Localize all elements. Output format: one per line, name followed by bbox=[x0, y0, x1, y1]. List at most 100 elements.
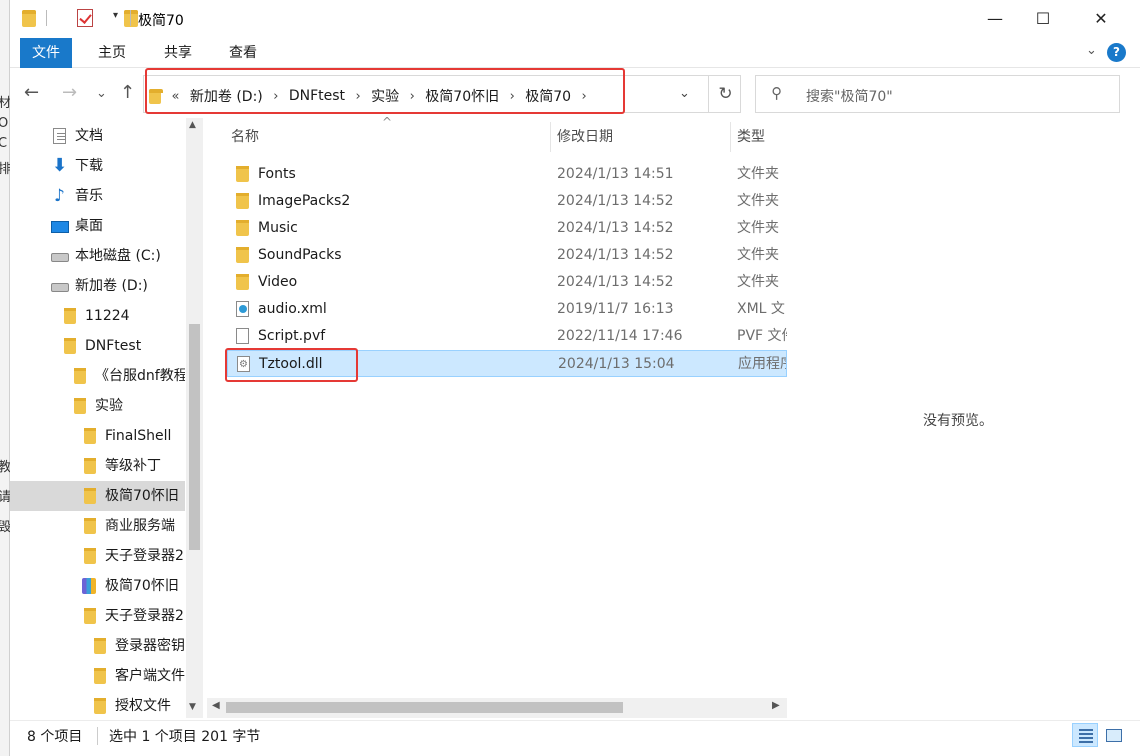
large-icons-view-button[interactable] bbox=[1100, 723, 1126, 747]
sidebar-item-drive-c[interactable]: 本地磁盘 (C:) bbox=[10, 241, 185, 271]
search-input[interactable]: ⚲ 搜索"极简70" bbox=[755, 75, 1120, 113]
music-icon: ♪ bbox=[54, 186, 65, 206]
background-window: 材 O C 排 教 请 毁 bbox=[0, 0, 11, 756]
folder-icon bbox=[64, 338, 76, 354]
item-count: 8 个项目 bbox=[27, 729, 83, 745]
folder-icon bbox=[84, 488, 96, 504]
sidebar-scrollbar[interactable]: ▲ ▼ bbox=[186, 118, 203, 718]
collapse-ribbon-icon[interactable]: ⌄ bbox=[1086, 43, 1097, 58]
drive-icon bbox=[51, 283, 69, 292]
sidebar-item-commercial-server[interactable]: 商业服务端 bbox=[10, 511, 185, 541]
file-row[interactable]: ImagePacks2 2024/1/13 14:52 文件夹 bbox=[227, 188, 787, 215]
tab-file[interactable]: 文件 bbox=[20, 38, 72, 68]
recent-locations-button[interactable]: ⌄ bbox=[96, 86, 107, 101]
sidebar-item-tianzi-launcher-2[interactable]: 天子登录器2 bbox=[10, 601, 185, 631]
preview-pane: 没有预览。 bbox=[787, 118, 1140, 718]
folder-icon bbox=[22, 10, 36, 27]
sidebar-item-desktop[interactable]: 桌面 bbox=[10, 211, 185, 241]
sidebar-item-finalshell[interactable]: FinalShell bbox=[10, 421, 185, 451]
tab-home[interactable]: 主页 bbox=[94, 38, 130, 68]
folder-icon bbox=[94, 638, 106, 654]
folder-icon bbox=[236, 220, 249, 236]
folder-icon bbox=[84, 428, 96, 444]
status-bar: 8 个项目 选中 1 个项目 201 字节 bbox=[10, 720, 1140, 756]
sidebar-item-music[interactable]: ♪ 音乐 bbox=[10, 181, 185, 211]
file-explorer-window: ▾ 极简70 — ☐ ✕ 文件 主页 共享 查看 ⌄ ? ← → ⌄ ↑ « 新… bbox=[10, 0, 1140, 756]
horizontal-scrollbar[interactable]: ◀ ▶ bbox=[207, 698, 787, 718]
sidebar-item-level-patch[interactable]: 等级补丁 bbox=[10, 451, 185, 481]
title-bar: ▾ 极简70 — ☐ ✕ bbox=[10, 0, 1140, 38]
scroll-up-icon[interactable]: ▲ bbox=[189, 120, 196, 130]
close-button[interactable]: ✕ bbox=[1072, 0, 1130, 38]
scroll-right-icon[interactable]: ▶ bbox=[772, 700, 780, 711]
tab-share[interactable]: 共享 bbox=[160, 38, 196, 68]
column-header-type[interactable]: 类型 bbox=[737, 118, 765, 156]
no-preview-text: 没有预览。 bbox=[923, 413, 993, 429]
file-icon bbox=[236, 328, 249, 344]
thumbnail-view-icon bbox=[1106, 729, 1122, 742]
details-view-button[interactable] bbox=[1072, 723, 1098, 747]
sidebar-item-experiment[interactable]: 实验 bbox=[10, 391, 185, 421]
refresh-button[interactable]: ↻ bbox=[708, 76, 742, 112]
folder-icon bbox=[236, 193, 249, 209]
file-highlight-box bbox=[225, 348, 358, 382]
sidebar-item-tutorial[interactable]: 《台服dnf教程 bbox=[10, 361, 185, 391]
address-highlight-box bbox=[145, 68, 625, 114]
file-row[interactable]: Fonts 2024/1/13 14:51 文件夹 bbox=[227, 161, 787, 188]
sidebar-item-jijian70-huaijiu[interactable]: 极简70怀旧 bbox=[10, 481, 185, 511]
drive-icon bbox=[51, 253, 69, 262]
folder-icon bbox=[84, 518, 96, 534]
forward-button[interactable]: → bbox=[62, 82, 77, 103]
folder-icon bbox=[74, 398, 86, 414]
ribbon-tabs: 文件 主页 共享 查看 ⌄ ? bbox=[10, 38, 1140, 68]
sidebar-item-dnftest[interactable]: DNFtest bbox=[10, 331, 185, 361]
sort-ascending-icon: ^ bbox=[382, 115, 393, 129]
file-row[interactable]: audio.xml 2019/11/7 16:13 XML 文 bbox=[227, 296, 787, 323]
column-header-name[interactable]: 名称 bbox=[231, 118, 259, 156]
folder-icon bbox=[84, 608, 96, 624]
folder-icon bbox=[64, 308, 76, 324]
folder-icon bbox=[94, 698, 106, 714]
sidebar-item-drive-d[interactable]: 新加卷 (D:) bbox=[10, 271, 185, 301]
sidebar-item-downloads[interactable]: ⬇ 下载 bbox=[10, 151, 185, 181]
folder-icon bbox=[74, 368, 86, 384]
folder-icon bbox=[236, 166, 249, 182]
folder-icon bbox=[84, 548, 96, 564]
sidebar-item-jijian70-archive[interactable]: 极简70怀旧 bbox=[10, 571, 185, 601]
file-row[interactable]: SoundPacks 2024/1/13 14:52 文件夹 bbox=[227, 242, 787, 269]
scroll-left-icon[interactable]: ◀ bbox=[212, 700, 220, 711]
file-row[interactable]: Video 2024/1/13 14:52 文件夹 bbox=[227, 269, 787, 296]
scroll-down-icon[interactable]: ▼ bbox=[189, 702, 196, 712]
folder-icon bbox=[236, 247, 249, 263]
folder-icon bbox=[84, 458, 96, 474]
search-placeholder: 搜索"极简70" bbox=[806, 89, 893, 105]
search-icon: ⚲ bbox=[771, 84, 782, 102]
scrollbar-thumb[interactable] bbox=[189, 324, 200, 550]
tab-view[interactable]: 查看 bbox=[225, 38, 261, 68]
properties-icon[interactable] bbox=[77, 9, 94, 27]
window-title: 极简70 bbox=[138, 13, 184, 29]
sidebar-item-11224[interactable]: 11224 bbox=[10, 301, 185, 331]
navigation-pane: 文档 ⬇ 下载 ♪ 音乐 桌面 本地磁盘 (C:) 新加卷 (D:) 11224 bbox=[10, 118, 202, 718]
document-icon bbox=[53, 128, 66, 144]
quick-access-dropdown-icon[interactable]: ▾ bbox=[113, 10, 118, 21]
file-list: ^ 名称 修改日期 类型 Fonts 2024/1/13 14:51 文件夹 I… bbox=[207, 115, 787, 718]
sidebar-item-license-files[interactable]: 授权文件 bbox=[10, 691, 185, 718]
back-button[interactable]: ← bbox=[24, 82, 39, 103]
sidebar-item-launcher-key[interactable]: 登录器密钥 bbox=[10, 631, 185, 661]
sidebar-item-tianzi-launcher[interactable]: 天子登录器2 bbox=[10, 541, 185, 571]
sidebar-item-documents[interactable]: 文档 bbox=[10, 121, 185, 151]
scrollbar-thumb[interactable] bbox=[226, 702, 623, 713]
xml-file-icon bbox=[236, 301, 249, 317]
address-dropdown-icon[interactable]: ⌄ bbox=[679, 86, 690, 101]
maximize-button[interactable]: ☐ bbox=[1014, 0, 1072, 38]
up-button[interactable]: ↑ bbox=[120, 82, 135, 103]
file-row[interactable]: Music 2024/1/13 14:52 文件夹 bbox=[227, 215, 787, 242]
sidebar-item-client-files[interactable]: 客户端文件 bbox=[10, 661, 185, 691]
desktop-icon bbox=[51, 221, 69, 233]
help-icon[interactable]: ? bbox=[1107, 43, 1126, 62]
folder-icon bbox=[236, 274, 249, 290]
file-row[interactable]: Script.pvf 2022/11/14 17:46 PVF 文件 bbox=[227, 323, 787, 350]
archive-icon bbox=[82, 578, 96, 594]
column-header-date[interactable]: 修改日期 bbox=[557, 118, 613, 156]
